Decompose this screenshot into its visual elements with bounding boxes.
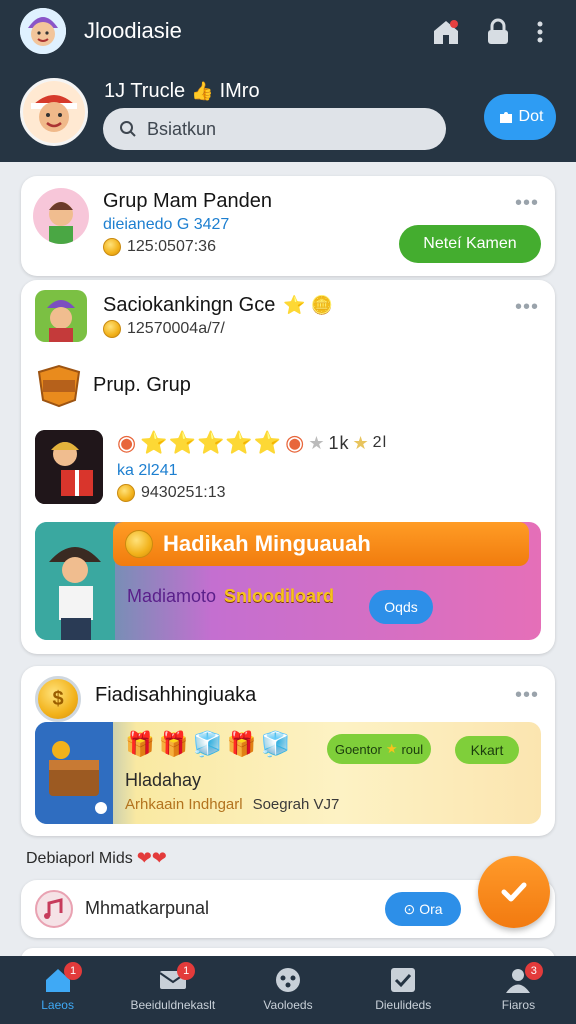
- cube-icon: 🧊: [192, 731, 223, 758]
- home-icon[interactable]: [430, 16, 462, 48]
- star-coin-icon: ⭐ 🪙: [283, 295, 334, 315]
- card-title[interactable]: Grup Mam Panden: [103, 190, 272, 213]
- list-item[interactable]: Mhmatkarpunal ⊙ Ora: [21, 880, 555, 938]
- nav-item-messages[interactable]: 1 Beeiduldnekaslt: [115, 956, 230, 1024]
- game-thumbnail[interactable]: [35, 290, 87, 342]
- coin-count: 9430251:13: [117, 484, 226, 502]
- nav-item-games[interactable]: Vaoloeds: [230, 956, 345, 1024]
- coin-count: 12570004a/7/: [103, 320, 225, 338]
- dollar-coin-icon: $: [35, 676, 81, 722]
- group-label: Prup. Grup: [93, 374, 191, 396]
- user-avatar[interactable]: [20, 8, 66, 54]
- more-vertical-icon[interactable]: [530, 16, 550, 48]
- coin-icon: [117, 484, 135, 502]
- check-icon: [501, 882, 527, 902]
- gift-icon: 🎁: [158, 731, 189, 758]
- app-header: Jloodiasie 1J Trucle 👍 IMro Bsiatkun Dot: [0, 0, 576, 162]
- center-tag: Goentor ★ roul: [327, 734, 431, 764]
- lock-icon[interactable]: [482, 16, 514, 48]
- nav-item-home[interactable]: 1 Laeos: [0, 956, 115, 1024]
- coin-icon: [103, 238, 121, 256]
- gift-icon: 🎁: [125, 731, 155, 758]
- cube-icon: 🧊: [260, 731, 291, 758]
- join-button[interactable]: Neteí Kamen: [399, 225, 541, 263]
- dot-button[interactable]: Dot: [484, 94, 556, 140]
- coin-icon: [103, 320, 121, 338]
- promo-banner[interactable]: Hadikah Minguauah Madiamoto Snloodiloard…: [35, 522, 541, 640]
- more-options-icon[interactable]: •••: [515, 296, 539, 319]
- promo-button[interactable]: Oqds: [369, 590, 433, 624]
- promo-title-bar: Hadikah Minguauah: [113, 522, 529, 566]
- reward-label: Hladahay: [125, 770, 202, 790]
- rating-text: ka 2l241: [117, 462, 178, 479]
- search-icon: [120, 121, 136, 137]
- notification-badge: 3: [524, 962, 543, 980]
- search-input[interactable]: Bsiatkun: [147, 119, 216, 140]
- feature-card: Saciokankingn Gce ⭐ 🪙 12570004a/7/ ••• P…: [21, 280, 555, 654]
- rewards-card: $ Fiadisahhingiuaka ••• 🎁 🎁 🧊 🎁 🧊 Goentor ★ ro…: [21, 666, 555, 836]
- app-title: Jloodiasie: [84, 18, 182, 43]
- profile-name: 1J Trucle 👍 IMro: [104, 80, 260, 102]
- search-bar[interactable]: Bsiatkun: [103, 108, 446, 150]
- gift-icon: 🎁: [226, 731, 257, 758]
- card-subtitle: dieianedo G 3427: [103, 216, 230, 233]
- group-avatar: [33, 188, 89, 244]
- puzzle-icon: [499, 112, 512, 123]
- reward-footer: Arhkaain Indhgarl Soegrah VJ7: [125, 796, 340, 813]
- notification-badge: 1: [64, 962, 82, 980]
- nav-item-profile[interactable]: 3 Fiaros: [461, 956, 576, 1024]
- profile-avatar[interactable]: [20, 78, 88, 146]
- character-illustration: [35, 522, 115, 640]
- promo-subtitle: Madiamoto Snloodiloard: [127, 586, 335, 606]
- checkbox-icon: [391, 968, 416, 992]
- nav-item-tasks[interactable]: Dieulideds: [346, 956, 461, 1024]
- list-item-text: Mhmatkarpunal: [85, 898, 210, 918]
- card-title[interactable]: Saciokankingn Gce ⭐ 🪙: [103, 294, 333, 317]
- group-card[interactable]: Grup Mam Panden dieianedo G 3427 125:050…: [21, 176, 555, 276]
- music-icon: [35, 890, 73, 928]
- gift-thumbnail[interactable]: [35, 430, 103, 504]
- coin-count: 125:0507:36: [103, 238, 216, 256]
- thumbs-up-icon: 👍: [191, 81, 214, 101]
- rating-stars: ◉ ⭐⭐⭐⭐⭐ ◉ ★ 1k ★ 2l: [117, 430, 388, 455]
- section-label: Debiaporl Mids ❤❤: [26, 848, 167, 868]
- group-badge-icon: [35, 364, 83, 408]
- gift-icons-row: 🎁 🎁 🧊 🎁 🧊: [125, 730, 290, 759]
- rewards-banner[interactable]: 🎁 🎁 🧊 🎁 🧊 Goentor ★ roul Kkart Hladahay Arhkaa…: [35, 722, 541, 824]
- more-options-icon[interactable]: •••: [515, 192, 539, 215]
- list-item-button[interactable]: ⊙ Ora: [385, 892, 461, 926]
- start-button[interactable]: Kkart: [455, 736, 519, 764]
- coin-icon: [125, 530, 153, 558]
- more-options-icon[interactable]: •••: [515, 684, 539, 707]
- treasure-illustration: [35, 722, 113, 824]
- notification-badge: 1: [177, 962, 196, 980]
- bottom-nav: 1 Laeos 1 Beeiduldnekaslt Vaoloeds Dieul…: [0, 956, 576, 1024]
- heart-icon: ❤❤: [136, 848, 167, 868]
- confirm-fab[interactable]: [478, 856, 550, 928]
- game-icon: [276, 968, 300, 992]
- card-title[interactable]: Fiadisahhingiuaka: [95, 684, 256, 707]
